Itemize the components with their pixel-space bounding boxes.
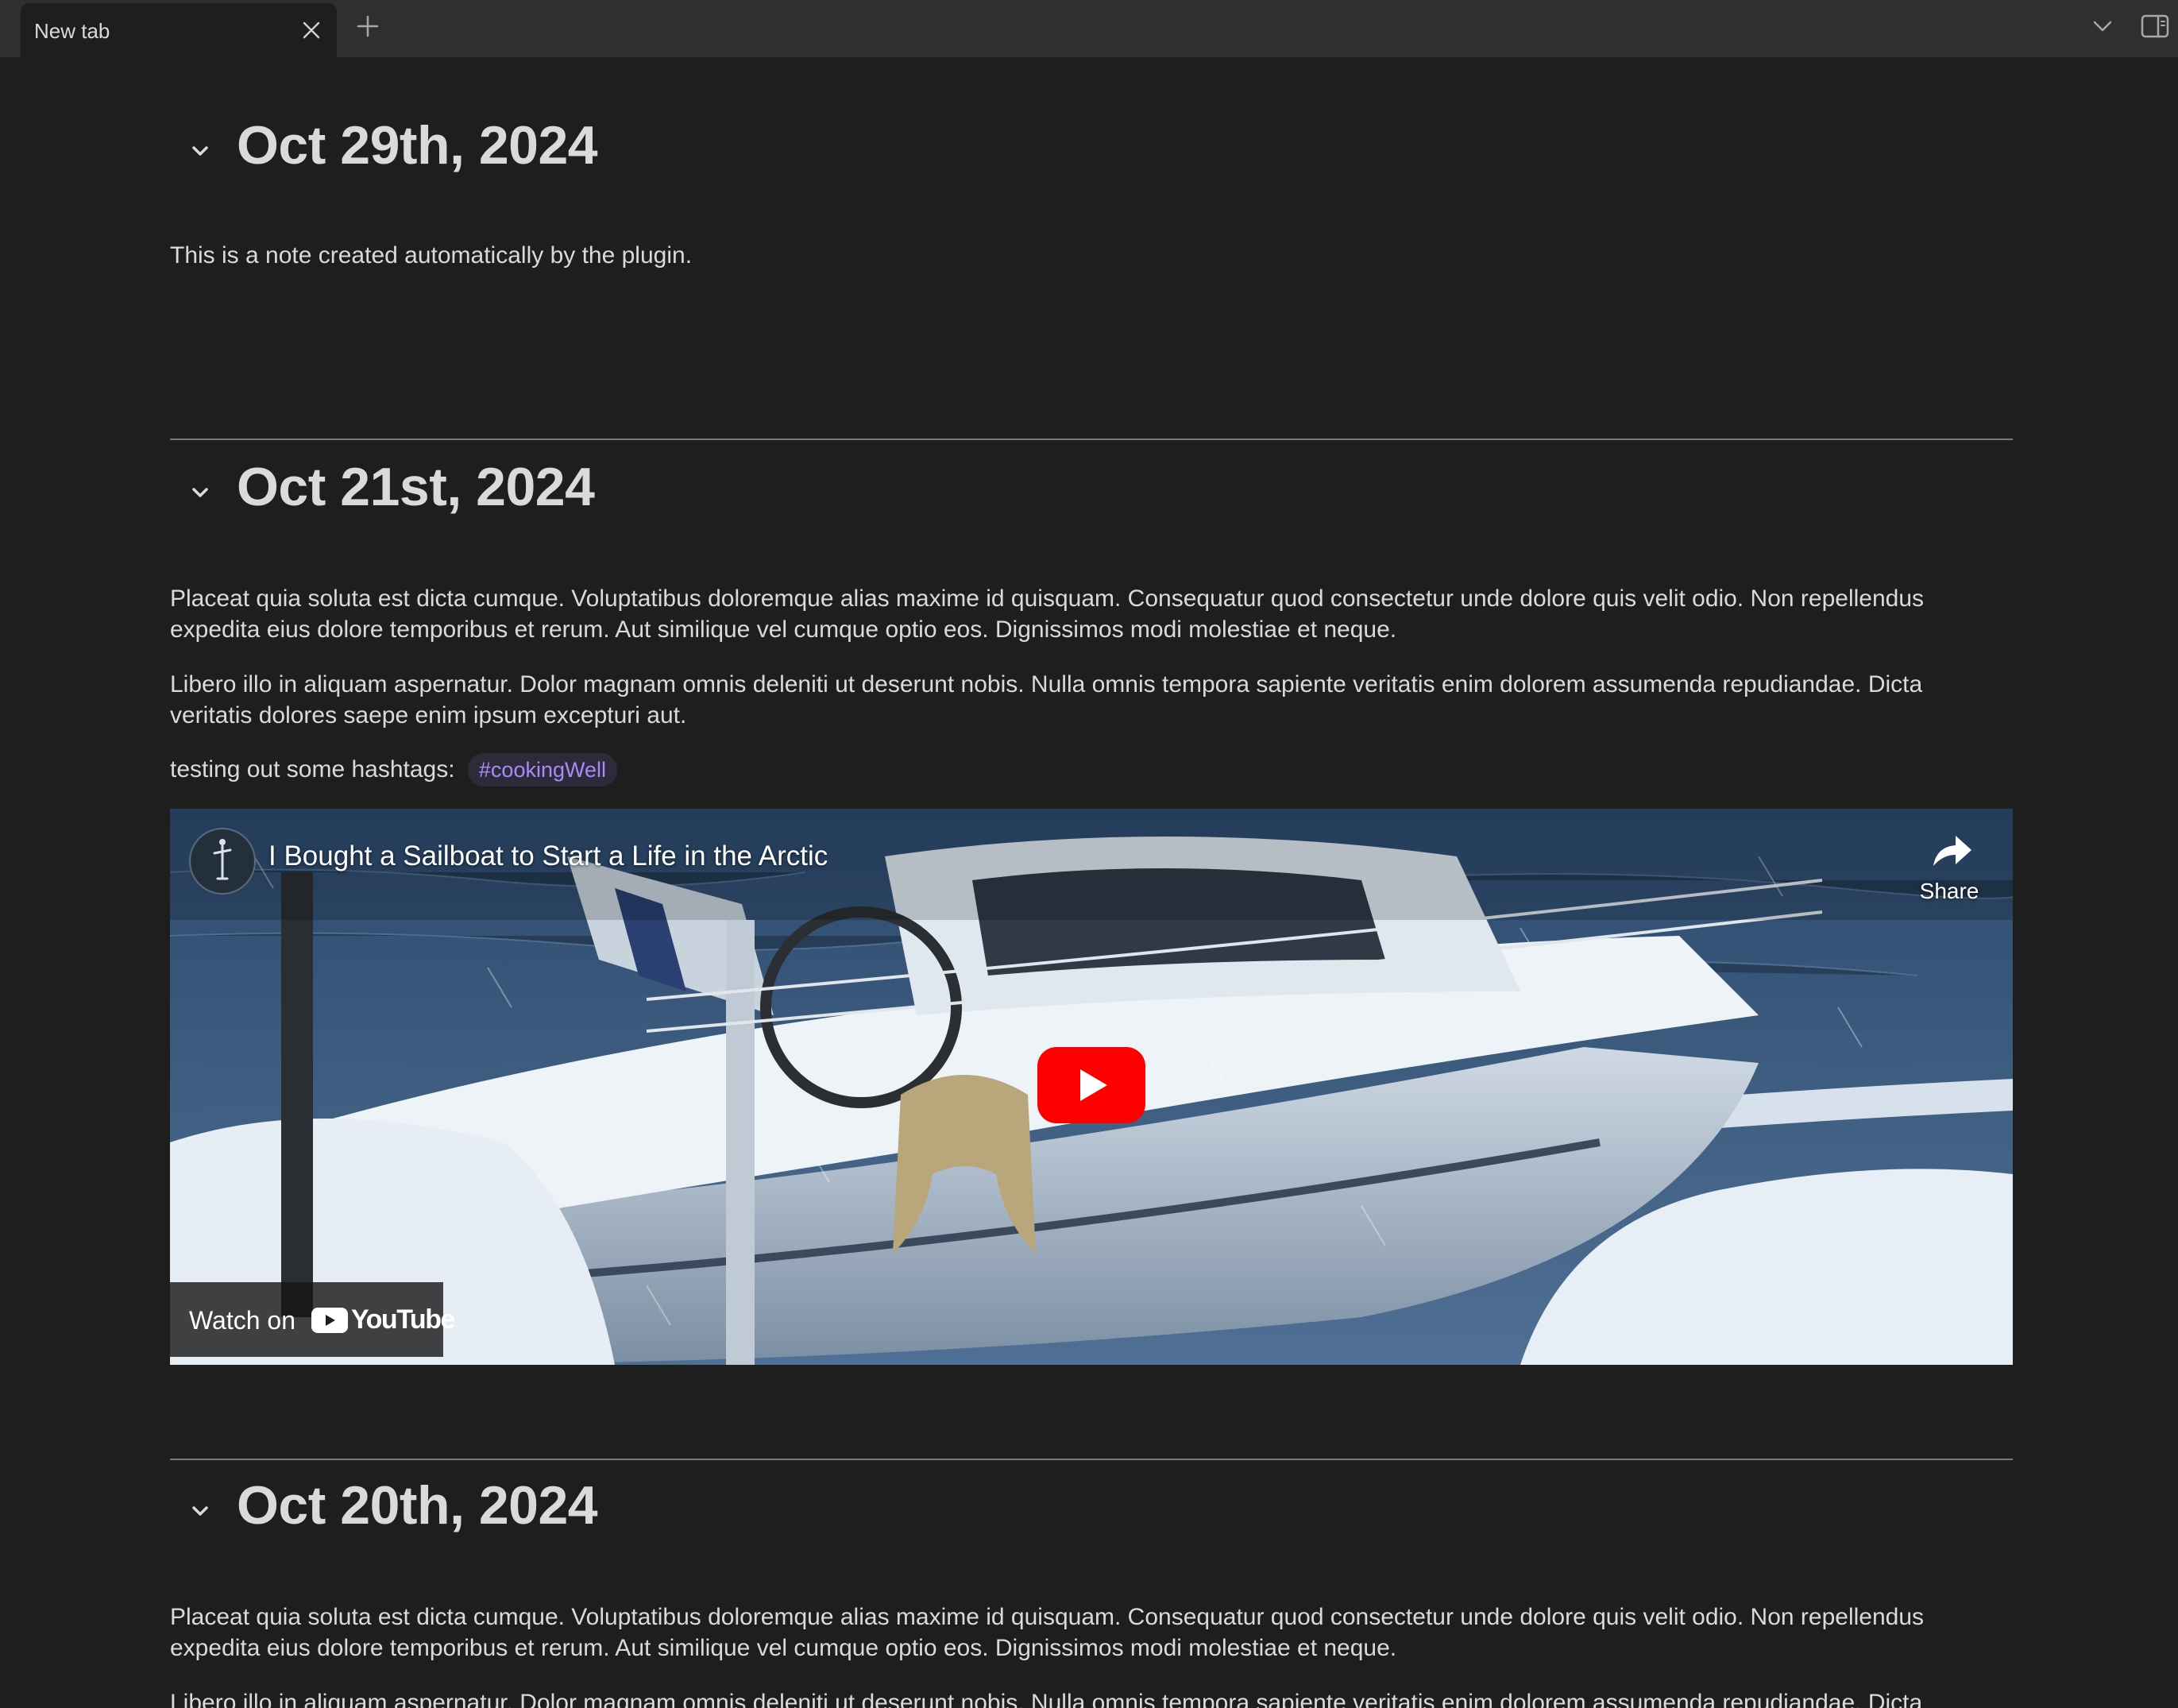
sidebar-toggle-icon[interactable] [2140, 13, 2170, 40]
plus-icon[interactable] [356, 14, 380, 38]
share-icon [1933, 836, 1971, 866]
entry-paragraph: This is a note created automatically by … [170, 242, 693, 269]
chevron-down-icon[interactable] [189, 481, 211, 504]
tab-title: New tab [34, 19, 110, 43]
watch-on-label: Watch on [189, 1306, 295, 1335]
entry-paragraph: Placeat quia soluta est dicta cumque. Vo… [170, 585, 1925, 643]
share-button[interactable]: Share [1910, 828, 1989, 907]
entry-paragraph: Placeat quia soluta est dicta cumque. Vo… [170, 1604, 1925, 1661]
chevron-down-icon[interactable] [189, 140, 211, 162]
divider [170, 1459, 2013, 1460]
entry-paragraph: Libero illo in aliquam aspernatur. Dolor… [170, 1690, 1923, 1708]
hashtag-intro: testing out some hashtags: [170, 756, 455, 783]
daily-notes-view[interactable]: Oct 29th, 2024 This is a note created au… [0, 57, 2178, 1708]
play-icon[interactable] [1037, 1047, 1145, 1123]
watch-on-youtube-button[interactable]: Watch on YouTube [170, 1282, 455, 1357]
chevron-down-icon[interactable] [2091, 16, 2114, 37]
hashtag-link[interactable]: #cookingWell [467, 753, 617, 786]
hashtag-line: testing out some hashtags: #cookingWell [170, 753, 2005, 786]
tab-bar: New tab [0, 0, 2178, 57]
video-title[interactable]: I Bought a Sailboat to Start a Life in t… [268, 840, 828, 872]
entry-date-heading[interactable]: Oct 29th, 2024 [237, 114, 598, 176]
youtube-logo-icon [311, 1308, 348, 1333]
entry-paragraph: Libero illo in aliquam aspernatur. Dolor… [170, 671, 1923, 728]
tab-new-tab[interactable]: New tab [21, 3, 337, 57]
divider [170, 439, 2013, 440]
share-label: Share [1919, 879, 1979, 903]
sailor-icon [213, 839, 232, 880]
chevron-down-icon[interactable] [189, 1500, 211, 1522]
close-icon[interactable] [300, 19, 322, 41]
entry-date-heading[interactable]: Oct 21st, 2024 [237, 456, 595, 518]
entry-date-heading[interactable]: Oct 20th, 2024 [237, 1474, 598, 1536]
youtube-embed[interactable]: I Bought a Sailboat to Start a Life in t… [170, 809, 2013, 1365]
channel-avatar[interactable] [189, 828, 256, 895]
youtube-wordmark: YouTube [351, 1304, 455, 1335]
